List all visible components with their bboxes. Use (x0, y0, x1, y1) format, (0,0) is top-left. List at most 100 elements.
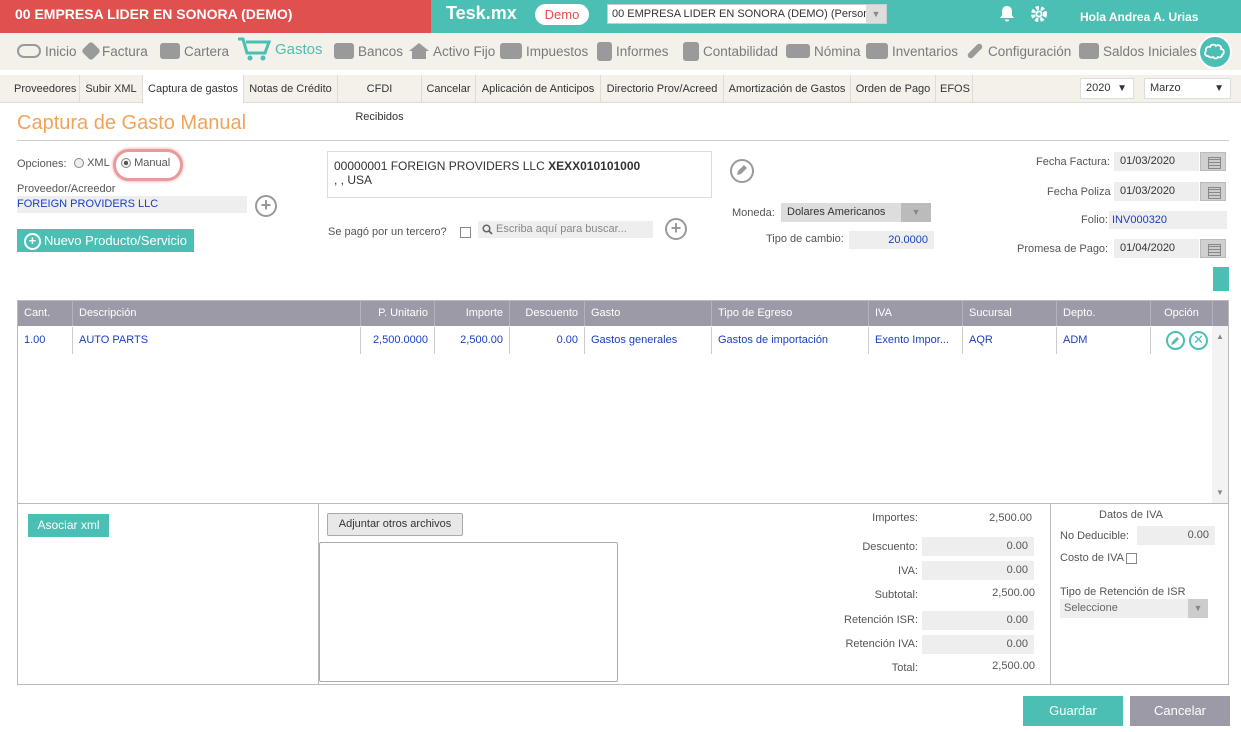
costo-iva-checkbox[interactable] (1126, 552, 1138, 564)
nav-configuracion[interactable]: Configuración (966, 41, 1071, 61)
subnav-notas-credito[interactable]: Notas de Crédito (244, 75, 338, 103)
scroll-down-icon[interactable]: ▼ (1216, 488, 1224, 497)
adjuntar-archivos-button[interactable]: Adjuntar otros archivos (327, 513, 463, 536)
subnav-captura-gastos[interactable]: Captura de gastos (143, 75, 244, 103)
year-select[interactable]: 2020 ▼ (1080, 78, 1134, 99)
cell-cant[interactable]: 1.00 (18, 327, 73, 354)
side-toggle-button[interactable] (1213, 267, 1229, 291)
nav-label: Bancos (358, 43, 404, 59)
subnav-orden-pago[interactable]: Orden de Pago (851, 75, 936, 103)
expense-table: Cant. Descripción P. Unitario Importe De… (17, 300, 1229, 504)
company-select[interactable]: 00 EMPRESA LIDER EN SONORA (DEMO) (Perso… (607, 4, 887, 24)
attachments-area[interactable] (319, 542, 618, 682)
search-icon (482, 224, 493, 235)
cell-sucursal[interactable]: AQR (963, 327, 1057, 354)
delete-row-icon[interactable]: ✕ (1189, 331, 1208, 350)
nav-activo-fijo[interactable]: Activo Fijo (409, 41, 495, 61)
cell-descripcion[interactable]: AUTO PARTS (73, 327, 361, 354)
moneda-value: Dolares Americanos (787, 206, 886, 218)
radio-xml[interactable] (74, 158, 84, 169)
cell-descuento[interactable]: 0.00 (510, 327, 585, 354)
calendar-icon[interactable] (1200, 182, 1226, 201)
fecha-factura-field[interactable]: 01/03/2020 (1114, 152, 1199, 171)
promesa-field[interactable]: 01/04/2020 (1114, 239, 1199, 258)
proveedor-field[interactable]: FOREIGN PROVIDERS LLC (17, 196, 247, 213)
subnav-proveedores[interactable]: Proveedores (10, 75, 80, 103)
nav-label: Impuestos (526, 43, 589, 59)
subnav-cancelar[interactable]: Cancelar (422, 75, 476, 103)
table-scrollbar[interactable]: ▲ ▼ (1212, 326, 1228, 503)
edit-supplier-icon[interactable] (730, 159, 754, 183)
nav-inicio[interactable]: Inicio (17, 41, 77, 61)
nuevo-producto-button[interactable]: + Nuevo Producto/Servicio (17, 229, 194, 252)
search-placeholder: Escriba aquí para buscar... (496, 223, 627, 235)
cell-depto[interactable]: ADM (1057, 327, 1151, 354)
subnav-cfdi-recibidos[interactable]: CFDI Recibidos (338, 75, 422, 123)
ret-isr-field[interactable]: 0.00 (922, 611, 1034, 630)
nav-informes[interactable]: Informes (597, 41, 669, 61)
cell-importe[interactable]: 2,500.00 (435, 327, 510, 354)
calendar-icon[interactable] (1200, 239, 1226, 258)
subnav-aplicacion-anticipos[interactable]: Aplicación de Anticipos (476, 75, 601, 103)
add-provider-icon[interactable]: + (255, 195, 277, 217)
guardar-button[interactable]: Guardar (1023, 696, 1123, 726)
col-importe: Importe (435, 301, 510, 326)
tipo-retencion-label: Tipo de Retención de ISR (1060, 586, 1186, 598)
cell-iva[interactable]: Exento Impor... (869, 327, 963, 354)
cell-tipo-egreso[interactable]: Gastos de importación (712, 327, 869, 354)
nav-bancos[interactable]: Bancos (334, 41, 403, 61)
year-value: 2020 (1086, 82, 1111, 94)
ret-iva-label: Retención IVA: (845, 638, 918, 650)
tercero-checkbox[interactable] (460, 227, 471, 238)
chat-brain-icon[interactable] (1198, 35, 1232, 69)
nav-inventarios[interactable]: Inventarios (866, 41, 958, 61)
nav-label: Inicio (45, 43, 77, 59)
radio-manual[interactable] (121, 158, 131, 169)
nav-label: Informes (616, 43, 669, 59)
nav-gastos[interactable]: Gastos (237, 37, 323, 61)
iva-field[interactable]: 0.00 (922, 561, 1034, 580)
option-manual[interactable]: Manual (121, 157, 170, 169)
cell-opcion: ✕ (1151, 327, 1213, 354)
company-select-value: 00 EMPRESA LIDER EN SONORA (DEMO) (Perso… (612, 8, 876, 20)
moneda-select[interactable]: Dolares Americanos ▼ (781, 203, 931, 222)
subnav-amortizacion[interactable]: Amortización de Gastos (724, 75, 851, 103)
nav-impuestos[interactable]: Impuestos (500, 41, 588, 61)
tipo-retencion-select[interactable]: Seleccione ▼ (1060, 599, 1208, 618)
cell-p-unitario[interactable]: 2,500.0000 (361, 327, 435, 354)
month-select[interactable]: Marzo ▼ (1144, 78, 1231, 99)
cancelar-button[interactable]: Cancelar (1130, 696, 1230, 726)
nav-label: Cartera (184, 43, 230, 59)
subnav-efos[interactable]: EFOS (936, 75, 973, 103)
folio-field[interactable]: INV000320 (1109, 211, 1227, 229)
col-depto: Depto. (1057, 301, 1151, 326)
add-tercero-icon[interactable]: + (665, 218, 687, 240)
nav-cartera[interactable]: Cartera (160, 41, 229, 61)
option-xml[interactable]: XML (74, 157, 110, 169)
datos-iva-title: Datos de IVA (1099, 509, 1163, 521)
nav-saldos-iniciales[interactable]: Saldos Iniciales (1079, 41, 1197, 61)
nav-nomina[interactable]: Nómina (786, 41, 861, 61)
col-sucursal: Sucursal (963, 301, 1057, 326)
calendar-icon[interactable] (1200, 152, 1226, 171)
tipo-cambio-field[interactable]: 20.0000 (849, 231, 934, 249)
asociar-xml-button[interactable]: Asociar xml (28, 514, 109, 537)
descuento-field[interactable]: 0.00 (922, 537, 1034, 556)
subnav-directorio[interactable]: Directorio Prov/Acreed (601, 75, 724, 103)
nav-factura[interactable]: Factura (81, 41, 148, 61)
cell-gasto[interactable]: Gastos generales (585, 327, 712, 354)
search-input[interactable]: Escriba aquí para buscar... (478, 221, 653, 238)
fecha-poliza-field[interactable]: 01/03/2020 (1114, 182, 1199, 201)
nav-contabilidad[interactable]: Contabilidad (683, 41, 778, 61)
descuento-label: Descuento: (862, 541, 918, 553)
gear-icon[interactable] (1029, 4, 1049, 24)
scroll-up-icon[interactable]: ▲ (1216, 332, 1224, 341)
demo-badge: Demo (535, 4, 589, 25)
ret-iva-field[interactable]: 0.00 (922, 635, 1034, 654)
moneda-label: Moneda: (732, 207, 775, 219)
subnav-subir-xml[interactable]: Subir XML (80, 75, 143, 103)
bell-icon[interactable] (998, 5, 1016, 23)
user-greeting[interactable]: Hola Andrea A. Urias (1080, 10, 1198, 24)
no-deducible-field[interactable]: 0.00 (1137, 526, 1215, 545)
edit-row-icon[interactable] (1166, 331, 1185, 350)
